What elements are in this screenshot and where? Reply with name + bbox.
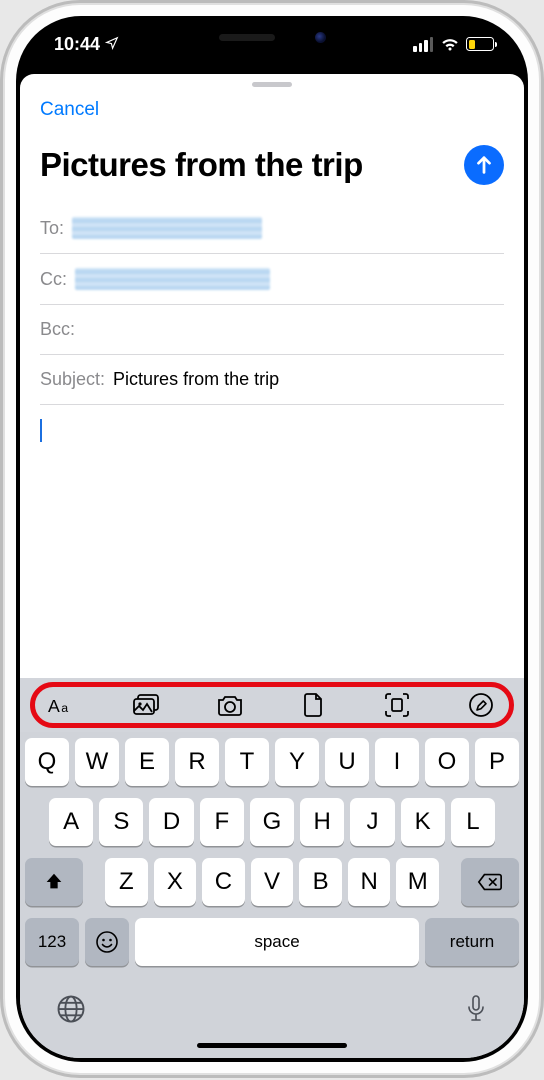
key-g[interactable]: G (250, 798, 294, 846)
cc-label: Cc: (40, 269, 67, 290)
key-c[interactable]: C (202, 858, 245, 906)
subject-field[interactable]: Subject: Pictures from the trip (40, 355, 504, 405)
key-e[interactable]: E (125, 738, 169, 786)
globe-key[interactable] (56, 994, 86, 1027)
numbers-key[interactable]: 123 (25, 918, 79, 966)
key-w[interactable]: W (75, 738, 119, 786)
key-y[interactable]: Y (275, 738, 319, 786)
key-a[interactable]: A (49, 798, 93, 846)
key-u[interactable]: U (325, 738, 369, 786)
key-h[interactable]: H (300, 798, 344, 846)
to-field[interactable]: To: (40, 203, 504, 254)
key-i[interactable]: I (375, 738, 419, 786)
subject-label: Subject: (40, 369, 105, 390)
dictation-key[interactable] (464, 994, 488, 1027)
keyboard: QWERTYUIOP ASDFGHJKL ZXCVBNM (20, 732, 524, 974)
key-m[interactable]: M (396, 858, 439, 906)
shift-key[interactable] (25, 858, 83, 906)
message-body[interactable] (20, 405, 524, 678)
key-t[interactable]: T (225, 738, 269, 786)
key-f[interactable]: F (200, 798, 244, 846)
key-r[interactable]: R (175, 738, 219, 786)
iphone-frame: 10:44 (0, 0, 544, 1078)
status-time: 10:44 (54, 34, 100, 55)
text-cursor (40, 419, 42, 442)
location-icon (105, 36, 119, 53)
compose-modal: Cancel Pictures from the trip To: (20, 74, 524, 1058)
emoji-key[interactable] (85, 918, 129, 966)
key-o[interactable]: O (425, 738, 469, 786)
cc-value-redacted (75, 268, 270, 290)
attachment-toolbar: Aa (20, 678, 524, 732)
annotation-highlight (30, 682, 514, 728)
cellular-icon (413, 37, 433, 52)
bcc-field[interactable]: Bcc: (40, 305, 504, 355)
key-d[interactable]: D (149, 798, 193, 846)
compose-title: Pictures from the trip (40, 146, 456, 184)
return-key[interactable]: return (425, 918, 519, 966)
cc-field[interactable]: Cc: (40, 254, 504, 305)
send-button[interactable] (464, 145, 504, 185)
document-icon[interactable] (297, 688, 331, 722)
key-k[interactable]: K (401, 798, 445, 846)
key-j[interactable]: J (350, 798, 394, 846)
key-n[interactable]: N (348, 858, 391, 906)
key-p[interactable]: P (475, 738, 519, 786)
key-q[interactable]: Q (25, 738, 69, 786)
to-value-redacted (72, 217, 262, 239)
key-l[interactable]: L (451, 798, 495, 846)
home-indicator[interactable] (197, 1043, 347, 1048)
key-s[interactable]: S (99, 798, 143, 846)
battery-icon (466, 37, 494, 51)
to-label: To: (40, 218, 64, 239)
key-x[interactable]: X (154, 858, 197, 906)
space-key[interactable]: space (135, 918, 419, 966)
svg-text:a: a (61, 701, 68, 715)
text-format-icon[interactable]: Aa (46, 688, 80, 722)
scan-document-icon[interactable] (380, 688, 414, 722)
markup-icon[interactable] (464, 688, 498, 722)
delete-key[interactable] (461, 858, 519, 906)
key-b[interactable]: B (299, 858, 342, 906)
photo-library-icon[interactable] (130, 688, 164, 722)
svg-text:A: A (48, 696, 60, 716)
key-z[interactable]: Z (105, 858, 148, 906)
key-v[interactable]: V (251, 858, 294, 906)
cancel-button[interactable]: Cancel (40, 97, 99, 123)
bcc-label: Bcc: (40, 319, 75, 340)
wifi-icon (440, 37, 459, 51)
camera-icon[interactable] (213, 688, 247, 722)
subject-value: Pictures from the trip (113, 369, 279, 390)
notch (157, 20, 387, 54)
